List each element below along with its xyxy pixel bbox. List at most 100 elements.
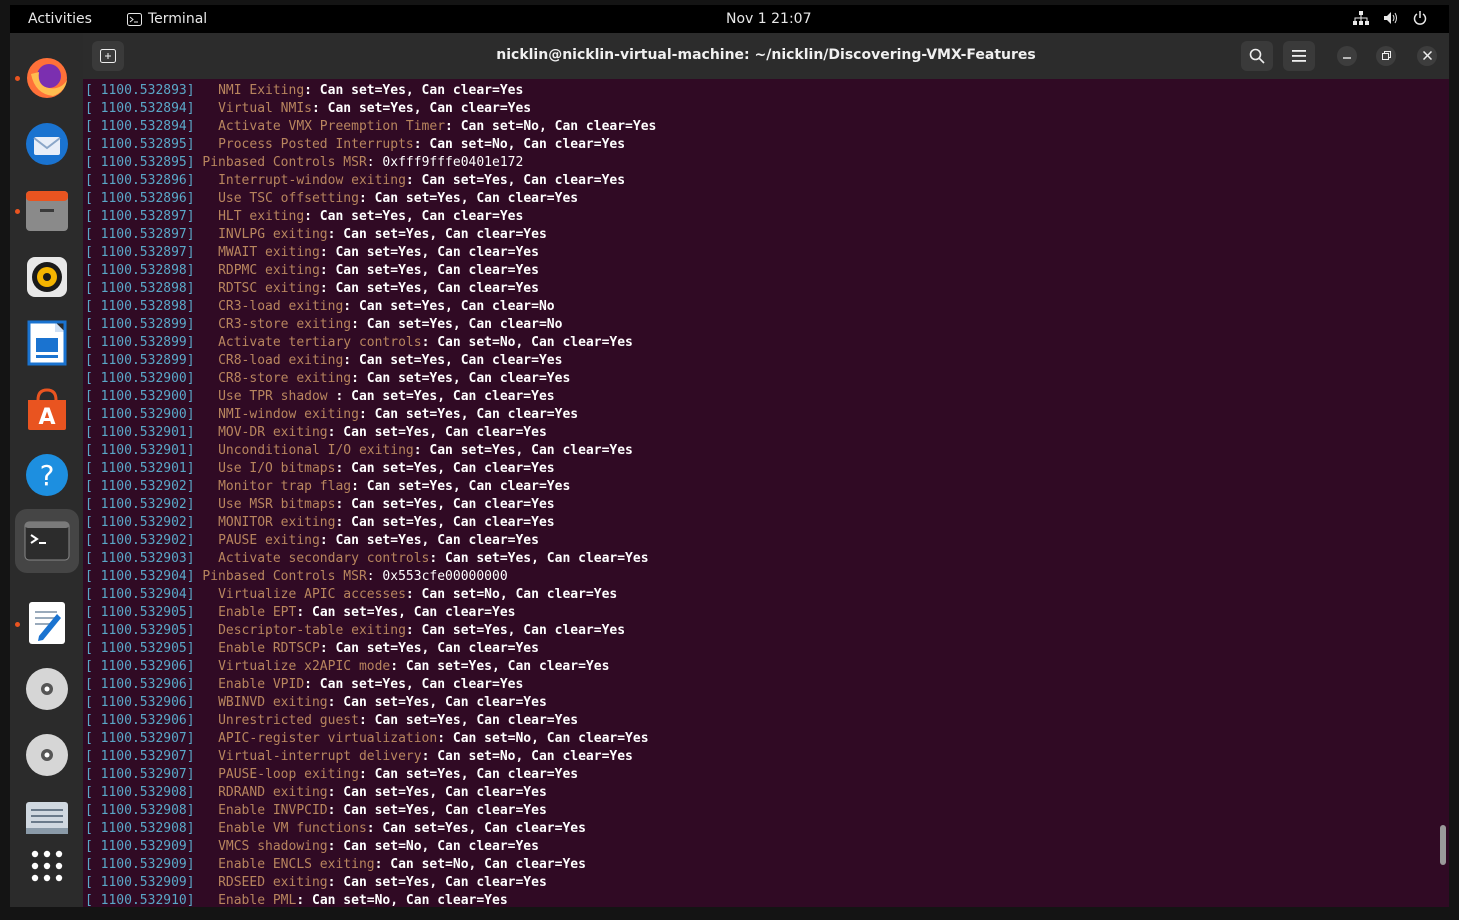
minimize-icon bbox=[1343, 57, 1351, 59]
log-label: Enable RDTSCP bbox=[218, 641, 320, 656]
dock-files[interactable] bbox=[24, 188, 70, 234]
log-timestamp: [ 1100.532902] bbox=[85, 479, 195, 494]
log-indent bbox=[202, 299, 218, 314]
log-label: Enable INVPCID bbox=[218, 803, 328, 818]
log-timestamp: [ 1100.532908] bbox=[85, 785, 195, 800]
log-value: : Can set=No, Can clear=Yes bbox=[437, 731, 649, 746]
log-label: RDTSC exiting bbox=[218, 281, 320, 296]
log-timestamp: [ 1100.532901] bbox=[85, 461, 195, 476]
log-label: Unconditional I/O exiting bbox=[218, 443, 414, 458]
terminal-output[interactable]: [ 1100.532893] NMI Exiting: Can set=Yes,… bbox=[85, 82, 1425, 907]
activities-button[interactable]: Activities bbox=[28, 11, 92, 27]
log-timestamp: [ 1100.532906] bbox=[85, 659, 195, 674]
title-bar[interactable]: nicklin@nicklin-virtual-machine: ~/nickl… bbox=[83, 33, 1449, 79]
dock-firefox[interactable] bbox=[24, 55, 70, 101]
log-value: : Can set=Yes, Can clear=Yes bbox=[335, 461, 555, 476]
app-name: Terminal bbox=[148, 11, 208, 27]
system-menu[interactable] bbox=[1353, 11, 1427, 25]
terminal-line: [ 1100.532902] Monitor trap flag: Can se… bbox=[85, 478, 1425, 496]
log-indent bbox=[202, 335, 218, 350]
terminal-line: [ 1100.532895] Pinbased Controls MSR: 0x… bbox=[85, 154, 1425, 172]
log-timestamp: [ 1100.532910] bbox=[85, 893, 195, 907]
disc-icon bbox=[26, 734, 68, 776]
log-indent bbox=[202, 281, 218, 296]
dock-text-editor[interactable] bbox=[24, 600, 70, 646]
log-value: : Can set=No, Can clear=Yes bbox=[421, 749, 633, 764]
terminal-line: [ 1100.532908] Enable INVPCID: Can set=Y… bbox=[85, 802, 1425, 820]
scrollbar-thumb[interactable] bbox=[1440, 825, 1446, 865]
log-indent bbox=[202, 875, 218, 890]
minimize-button[interactable] bbox=[1337, 46, 1357, 66]
log-timestamp: [ 1100.532900] bbox=[85, 371, 195, 386]
dock-help[interactable]: ? bbox=[24, 452, 70, 498]
terminal-icon bbox=[24, 521, 70, 561]
dock-disc-1[interactable] bbox=[24, 666, 70, 712]
log-value: : Can set=Yes, Can clear=No bbox=[351, 317, 563, 332]
maximize-button[interactable] bbox=[1376, 46, 1396, 66]
log-timestamp: [ 1100.532893] bbox=[85, 83, 195, 98]
log-label: Activate VMX Preemption Timer bbox=[218, 119, 446, 134]
log-label: Enable EPT bbox=[218, 605, 297, 620]
log-value: : Can set=No, Can clear=Yes bbox=[445, 119, 657, 134]
log-timestamp: [ 1100.532902] bbox=[85, 515, 195, 530]
log-label: HLT exiting bbox=[218, 209, 305, 224]
svg-text:A: A bbox=[38, 405, 55, 430]
log-label: Interrupt-window exiting bbox=[218, 173, 406, 188]
terminal-line: [ 1100.532908] Enable VM functions: Can … bbox=[85, 820, 1425, 838]
close-button[interactable] bbox=[1417, 46, 1437, 66]
log-label: MONITOR exiting bbox=[218, 515, 336, 530]
terminal-line: [ 1100.532893] NMI Exiting: Can set=Yes,… bbox=[85, 82, 1425, 100]
dock-terminal[interactable] bbox=[15, 509, 79, 573]
dock-software[interactable]: A bbox=[24, 386, 70, 432]
dock: A ? bbox=[10, 33, 83, 907]
search-button[interactable] bbox=[1241, 41, 1273, 71]
app-menu[interactable]: Terminal bbox=[127, 11, 207, 27]
show-apps-button[interactable] bbox=[24, 843, 70, 889]
log-value: : Can set=Yes, Can clear=Yes bbox=[319, 533, 539, 548]
log-indent bbox=[202, 713, 218, 728]
log-label: Monitor trap flag bbox=[218, 479, 352, 494]
log-indent bbox=[202, 605, 218, 620]
terminal-line: [ 1100.532904] Virtualize APIC accesses:… bbox=[85, 586, 1425, 604]
dock-rhythmbox[interactable] bbox=[24, 254, 70, 300]
log-value: : Can set=No, Can clear=Yes bbox=[421, 335, 633, 350]
log-label: CR8-store exiting bbox=[218, 371, 352, 386]
log-value: : Can set=Yes, Can clear=Yes bbox=[327, 785, 547, 800]
terminal-line: [ 1100.532902] Use MSR bitmaps: Can set=… bbox=[85, 496, 1425, 514]
log-indent bbox=[202, 263, 218, 278]
log-label: RDPMC exiting bbox=[218, 263, 320, 278]
dock-thunderbird[interactable] bbox=[24, 121, 70, 167]
dock-disc-2[interactable] bbox=[24, 732, 70, 778]
log-label: Virtualize x2APIC mode bbox=[218, 659, 391, 674]
log-value: : Can set=Yes, Can clear=Yes bbox=[319, 281, 539, 296]
log-indent bbox=[202, 119, 218, 134]
menu-button[interactable] bbox=[1283, 41, 1315, 71]
log-label: Unrestricted guest bbox=[218, 713, 359, 728]
log-indent bbox=[202, 191, 218, 206]
log-indent bbox=[202, 857, 218, 872]
log-indent bbox=[202, 749, 218, 764]
dock-writer[interactable] bbox=[24, 320, 70, 366]
log-value: : Can set=Yes, Can clear=Yes bbox=[296, 605, 516, 620]
terminal-window[interactable]: nicklin@nicklin-virtual-machine: ~/nickl… bbox=[83, 33, 1449, 907]
log-indent bbox=[202, 803, 218, 818]
volume-icon bbox=[1384, 12, 1397, 24]
close-icon bbox=[1422, 50, 1432, 61]
log-label: Enable VM functions bbox=[218, 821, 367, 836]
log-value: : Can set=Yes, Can clear=Yes bbox=[335, 497, 555, 512]
clock[interactable]: Nov 1 21:07 bbox=[726, 11, 811, 27]
log-label: RDRAND exiting bbox=[218, 785, 328, 800]
log-timestamp: [ 1100.532895] bbox=[85, 137, 195, 152]
log-value: : Can set=No, Can clear=Yes bbox=[413, 137, 626, 152]
log-label: Pinbased Controls MSR bbox=[202, 155, 367, 170]
log-label: Use TPR shadow bbox=[218, 389, 336, 404]
terminal-line: [ 1100.532900] CR8-store exiting: Can se… bbox=[85, 370, 1425, 388]
dock-drive[interactable] bbox=[24, 795, 70, 841]
log-timestamp: [ 1100.532909] bbox=[85, 857, 195, 872]
log-value: : Can set=Yes, Can clear=Yes bbox=[351, 371, 571, 386]
text-editor-icon bbox=[29, 602, 65, 644]
log-value: : Can set=Yes, Can clear=Yes bbox=[304, 209, 524, 224]
terminal-line: [ 1100.532900] Use TPR shadow : Can set=… bbox=[85, 388, 1425, 406]
log-value: : Can set=No, Can clear=Yes bbox=[374, 857, 586, 872]
log-timestamp: [ 1100.532909] bbox=[85, 875, 195, 890]
